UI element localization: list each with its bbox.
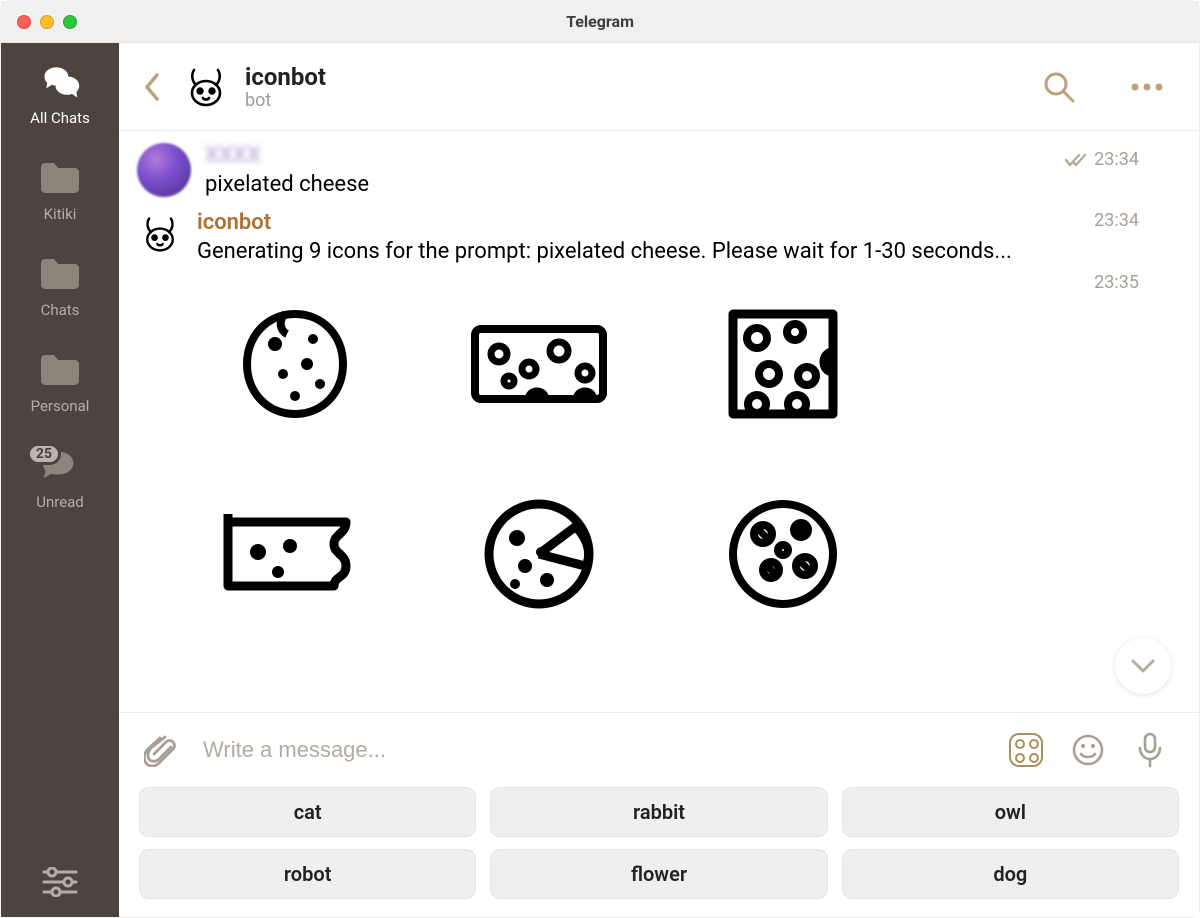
chat-pane: iconbot bot XXXX <box>119 43 1199 917</box>
generated-icon-6[interactable] <box>693 494 873 614</box>
generated-icon-2[interactable] <box>449 304 629 424</box>
apps-grid-icon <box>1009 733 1043 767</box>
generated-icon-3[interactable] <box>693 304 873 424</box>
read-checks-icon <box>1064 152 1088 168</box>
message-time: 23:35 <box>1094 272 1139 293</box>
search-icon <box>1042 70 1076 104</box>
close-window-button[interactable] <box>17 15 31 29</box>
cheese-bitten-icon <box>220 504 370 604</box>
folder-icon <box>39 157 81 199</box>
message-time: 23:34 <box>1094 210 1139 231</box>
sidebar-item-label: Personal <box>31 397 90 415</box>
sidebar-item-chats[interactable]: Chats <box>1 253 119 319</box>
sidebar-item-unread[interactable]: 25 Unread <box>1 445 119 511</box>
cheese-round-icon <box>235 304 355 424</box>
chevron-left-icon <box>143 72 161 102</box>
sidebar-item-label: All Chats <box>30 109 90 127</box>
rabbit-icon <box>140 214 180 254</box>
cheese-block-icon <box>469 319 609 409</box>
generated-icon-5[interactable] <box>449 494 629 614</box>
bot-avatar[interactable] <box>137 214 183 260</box>
paperclip-icon <box>144 733 176 767</box>
ellipsis-icon <box>1130 82 1164 92</box>
generated-icon-4[interactable] <box>205 494 385 614</box>
bot-name: iconbot <box>197 210 271 235</box>
window-controls <box>17 15 77 29</box>
microphone-icon <box>1137 732 1163 768</box>
message-time: 23:34 <box>1064 149 1139 170</box>
search-button[interactable] <box>1037 65 1081 109</box>
sidebar-item-personal[interactable]: Personal <box>1 349 119 415</box>
user-name: XXXX <box>205 143 261 168</box>
maximize-window-button[interactable] <box>63 15 77 29</box>
generated-icon-1[interactable] <box>205 304 385 424</box>
window-titlebar: Telegram <box>1 1 1199 43</box>
chat-header: iconbot bot <box>119 43 1199 131</box>
back-button[interactable] <box>137 62 167 112</box>
chat-bubble-icon: 25 <box>39 445 81 487</box>
window-title: Telegram <box>1 12 1199 31</box>
chat-title-block[interactable]: iconbot bot <box>245 63 326 111</box>
sidebar-item-all-chats[interactable]: All Chats <box>1 61 119 127</box>
sidebar-item-kitiki[interactable]: Kitiki <box>1 157 119 223</box>
smiley-icon <box>1071 733 1105 767</box>
bot-keyboard-button[interactable]: owl <box>842 787 1179 837</box>
bot-keyboard-button[interactable]: cat <box>139 787 476 837</box>
sidebar-item-label: Unread <box>36 493 84 511</box>
sliders-icon <box>40 867 80 897</box>
cheese-pizza-icon <box>479 494 599 614</box>
bot-commands-button[interactable] <box>1007 731 1045 769</box>
message-bot: iconbot Generating 9 icons for the promp… <box>137 210 1169 267</box>
attach-button[interactable] <box>141 731 179 769</box>
scroll-to-bottom-button[interactable] <box>1115 638 1171 694</box>
generated-icons-grid <box>205 304 1169 614</box>
message-bot-icons: 23:35 <box>137 276 1169 614</box>
voice-message-button[interactable] <box>1131 731 1169 769</box>
user-avatar[interactable] <box>137 143 191 197</box>
message-user: XXXX pixelated cheese 23:34 <box>137 143 1169 200</box>
chevron-down-icon <box>1130 657 1156 675</box>
messages-area[interactable]: XXXX pixelated cheese 23:34 <box>119 131 1199 712</box>
unread-count-badge: 25 <box>27 443 61 465</box>
chat-title: iconbot <box>245 63 326 91</box>
emoji-button[interactable] <box>1069 731 1107 769</box>
bot-avatar[interactable] <box>183 64 229 110</box>
message-composer <box>119 712 1199 779</box>
bot-keyboard-button[interactable]: dog <box>842 849 1179 899</box>
minimize-window-button[interactable] <box>40 15 54 29</box>
bot-keyboard: cat rabbit owl robot flower dog <box>119 779 1199 917</box>
bot-keyboard-button[interactable]: robot <box>139 849 476 899</box>
chat-subtitle: bot <box>245 90 326 111</box>
message-text: pixelated cheese <box>205 170 1169 200</box>
message-input[interactable] <box>203 737 983 763</box>
rabbit-icon <box>184 65 228 109</box>
folder-icon <box>39 253 81 295</box>
cheese-cookie-icon <box>723 494 843 614</box>
message-text: Generating 9 icons for the prompt: pixel… <box>197 237 1169 267</box>
sidebar-item-label: Chats <box>41 301 80 319</box>
sidebar-item-label: Kitiki <box>44 205 77 223</box>
bot-keyboard-button[interactable]: rabbit <box>490 787 827 837</box>
bot-keyboard-button[interactable]: flower <box>490 849 827 899</box>
folder-icon <box>39 349 81 391</box>
chat-bubbles-icon <box>39 61 81 103</box>
sidebar: All Chats Kitiki Chats Personal <box>1 43 119 917</box>
cheese-square-icon <box>723 304 843 424</box>
more-menu-button[interactable] <box>1125 65 1169 109</box>
settings-button[interactable] <box>1 847 119 917</box>
